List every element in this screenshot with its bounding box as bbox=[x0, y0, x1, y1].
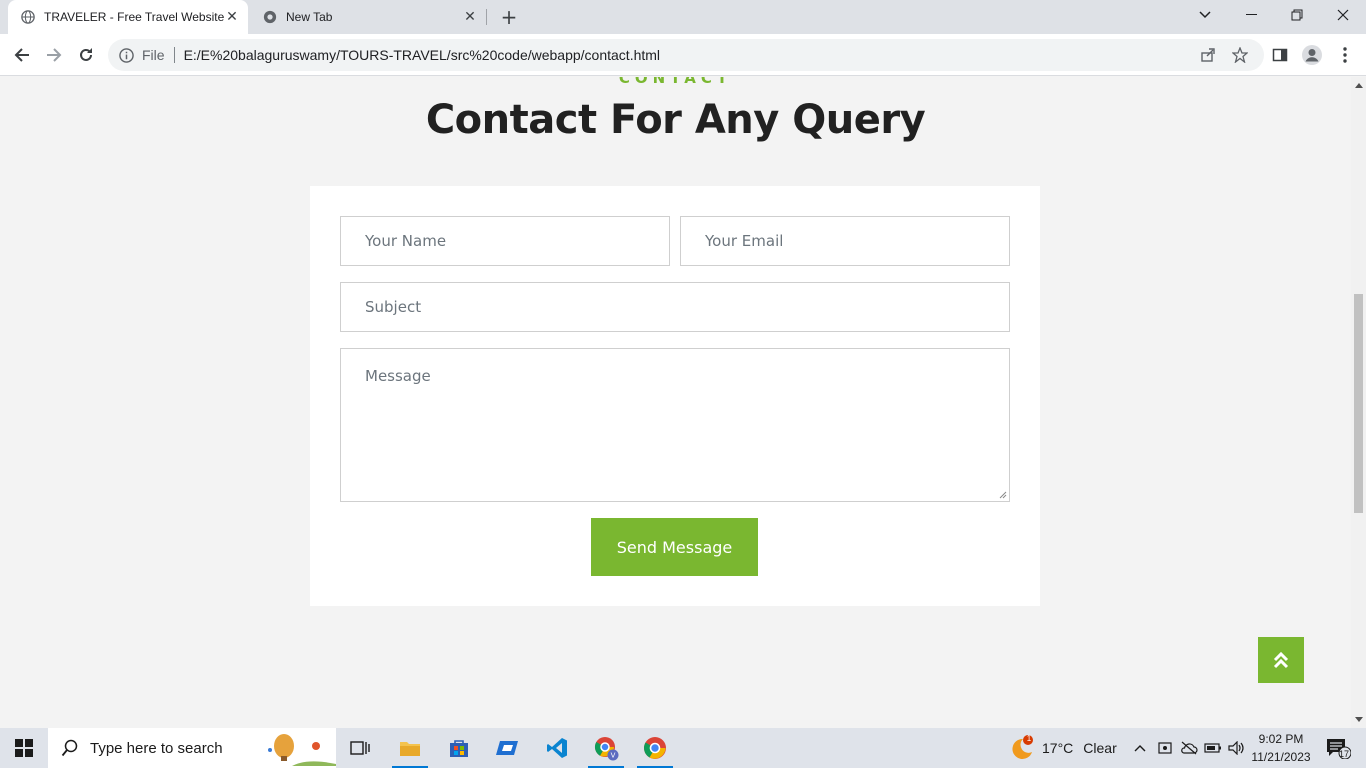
weather-moon-icon: 1 bbox=[1008, 734, 1036, 762]
scrollbar-thumb[interactable] bbox=[1354, 294, 1363, 513]
url-text[interactable]: E:/E%20balaguruswamy/TOURS-TRAVEL/src%20… bbox=[184, 47, 660, 63]
search-icon bbox=[60, 738, 80, 758]
back-icon[interactable] bbox=[10, 43, 34, 67]
info-icon[interactable] bbox=[118, 47, 134, 63]
close-window-icon[interactable] bbox=[1320, 0, 1366, 30]
file-explorer-icon[interactable] bbox=[386, 728, 434, 768]
email-placeholder: Your Email bbox=[705, 232, 784, 250]
resize-handle-icon[interactable] bbox=[999, 491, 1007, 499]
notifications-icon[interactable]: 17 bbox=[1318, 728, 1358, 768]
search-highlight-illustration-icon bbox=[262, 730, 336, 766]
message-textarea[interactable]: Message bbox=[340, 348, 1010, 502]
tab-title: New Tab bbox=[286, 10, 333, 24]
chrome-icon[interactable] bbox=[631, 728, 679, 768]
chrome-profile-icon[interactable]: V bbox=[582, 728, 630, 768]
tab-new-tab[interactable]: New Tab ✕ bbox=[250, 0, 486, 34]
weather-temp: 17°C bbox=[1042, 740, 1074, 756]
section-eyebrow: CONTACT bbox=[618, 77, 733, 87]
subject-input[interactable]: Subject bbox=[340, 282, 1010, 332]
windows-start-icon[interactable] bbox=[0, 728, 48, 768]
double-chevron-up-icon bbox=[1273, 651, 1289, 669]
taskbar-search-box[interactable]: Type here to search bbox=[48, 728, 336, 768]
quick-assist-icon[interactable] bbox=[484, 728, 532, 768]
profile-avatar-icon[interactable] bbox=[1300, 43, 1324, 67]
volume-icon[interactable] bbox=[1226, 728, 1248, 768]
microsoft-store-icon[interactable] bbox=[435, 728, 483, 768]
task-view-icon[interactable] bbox=[336, 728, 384, 768]
page-title: Contact For Any Query bbox=[425, 97, 926, 143]
send-message-button[interactable]: Send Message bbox=[591, 518, 758, 576]
battery-icon[interactable] bbox=[1202, 728, 1224, 768]
contact-form: Your Name Your Email Subject Message Sen… bbox=[310, 186, 1040, 606]
restore-icon[interactable] bbox=[1274, 0, 1320, 30]
system-clock[interactable]: 9:02 PM 11/21/2023 bbox=[1248, 730, 1314, 766]
reload-icon[interactable] bbox=[74, 43, 98, 67]
back-to-top-button[interactable] bbox=[1258, 637, 1304, 683]
address-bar[interactable]: File E:/E%20balaguruswamy/TOURS-TRAVEL/s… bbox=[108, 39, 1264, 71]
share-icon[interactable] bbox=[1196, 43, 1220, 67]
message-placeholder: Message bbox=[365, 367, 431, 385]
tab-strip: TRAVELER - Free Travel Website ✕ New Tab… bbox=[0, 0, 1366, 34]
windows-taskbar: Type here to search V 1 17°C Clear 9:02 … bbox=[0, 728, 1366, 768]
tab-traveler[interactable]: TRAVELER - Free Travel Website ✕ bbox=[8, 0, 248, 34]
page-viewport: CONTACT Contact For Any Query Your Name … bbox=[0, 77, 1351, 728]
close-tab-icon[interactable]: ✕ bbox=[224, 9, 240, 25]
email-input[interactable]: Your Email bbox=[680, 216, 1010, 266]
weather-condition: Clear bbox=[1083, 740, 1117, 756]
bookmark-star-icon[interactable] bbox=[1228, 43, 1252, 67]
forward-icon[interactable] bbox=[42, 43, 66, 67]
notification-count: 17 bbox=[1339, 749, 1350, 759]
tab-divider bbox=[486, 9, 487, 25]
onedrive-offline-icon[interactable] bbox=[1178, 728, 1200, 768]
new-tab-button[interactable]: + bbox=[498, 5, 520, 29]
subject-placeholder: Subject bbox=[365, 298, 422, 316]
close-tab-icon[interactable]: ✕ bbox=[462, 9, 478, 25]
vscode-icon[interactable] bbox=[533, 728, 581, 768]
chrome-icon bbox=[262, 9, 278, 25]
weather-widget[interactable]: 1 17°C Clear bbox=[1008, 728, 1117, 768]
scroll-up-icon[interactable] bbox=[1355, 83, 1363, 88]
weather-badge: 1 bbox=[1026, 734, 1032, 743]
clock-time: 9:02 PM bbox=[1258, 732, 1304, 746]
scheme-label: File bbox=[142, 47, 165, 63]
page-scrollbar[interactable] bbox=[1351, 77, 1366, 728]
tab-search-icon[interactable] bbox=[1182, 0, 1228, 30]
minimize-icon[interactable] bbox=[1228, 0, 1274, 30]
clock-date: 11/21/2023 bbox=[1251, 750, 1311, 764]
meet-now-icon[interactable] bbox=[1154, 728, 1176, 768]
search-placeholder: Type here to search bbox=[90, 739, 223, 757]
browser-toolbar: File E:/E%20balaguruswamy/TOURS-TRAVEL/s… bbox=[0, 34, 1366, 76]
tab-title: TRAVELER - Free Travel Website bbox=[44, 10, 224, 24]
menu-kebab-icon[interactable] bbox=[1333, 43, 1357, 67]
address-divider bbox=[173, 47, 175, 63]
name-input[interactable]: Your Name bbox=[340, 216, 670, 266]
chevron-up-icon[interactable] bbox=[1128, 728, 1152, 768]
side-panel-icon[interactable] bbox=[1268, 43, 1292, 67]
name-placeholder: Your Name bbox=[365, 232, 447, 250]
scroll-down-icon[interactable] bbox=[1355, 717, 1363, 722]
svg-text:V: V bbox=[611, 752, 616, 760]
globe-icon bbox=[20, 9, 36, 25]
